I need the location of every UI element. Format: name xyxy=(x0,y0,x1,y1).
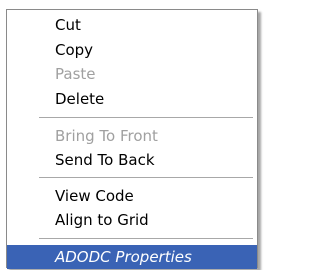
menu-item-cut[interactable]: Cut xyxy=(7,13,257,37)
menu-item-delete[interactable]: Delete xyxy=(7,87,257,111)
menu-item-copy[interactable]: Copy xyxy=(7,38,257,62)
menu-separator xyxy=(39,117,253,119)
context-menu: Cut Copy Paste Delete Bring To Front Sen… xyxy=(6,9,258,269)
menu-separator xyxy=(39,177,253,179)
menu-item-adodc-properties[interactable]: ADODC Properties xyxy=(7,245,257,269)
menu-item-align-to-grid[interactable]: Align to Grid xyxy=(7,208,257,232)
menu-item-send-to-back[interactable]: Send To Back xyxy=(7,148,257,172)
menu-item-paste[interactable]: Paste xyxy=(7,62,257,86)
menu-item-bring-to-front[interactable]: Bring To Front xyxy=(7,124,257,148)
menu-item-view-code[interactable]: View Code xyxy=(7,184,257,208)
menu-separator xyxy=(39,238,253,240)
